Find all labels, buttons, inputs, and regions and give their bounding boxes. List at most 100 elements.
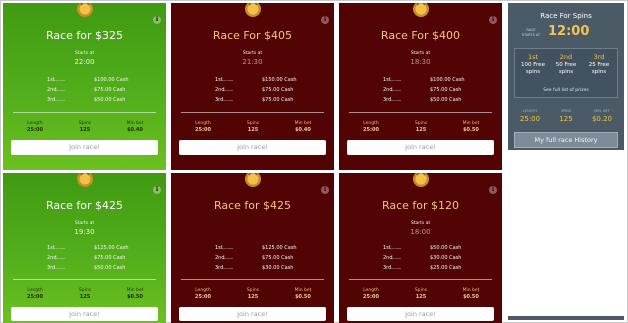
race-title: Race for $425 <box>45 199 124 212</box>
stat-spins: Spins 125 <box>65 287 105 301</box>
prize-dots: .......... <box>222 97 233 103</box>
stat-label: Min bet <box>462 121 480 126</box>
stat-spins: SPINS 125 <box>550 108 582 124</box>
stat-value: 25:00 <box>195 294 211 300</box>
starts-label: Starts at <box>242 51 263 56</box>
race-starts-label: RACE STARTS AT <box>521 28 541 37</box>
prize-dots: .......... <box>390 87 401 93</box>
stat-length: Length 25:00 <box>15 120 55 134</box>
race-history-button[interactable]: My full race History <box>514 132 618 148</box>
stat-value: 125 <box>79 294 91 300</box>
prize-dots: .......... <box>54 245 65 251</box>
info-icon[interactable]: i <box>153 186 161 194</box>
prize-reward: 25 Free <box>588 62 610 68</box>
starts-time: 21:30 <box>242 58 263 66</box>
stat-minbet: Min bet $0.50 <box>451 120 491 134</box>
divider <box>349 112 492 113</box>
prize-reward: 100 Free <box>521 62 545 68</box>
race-card: i Race for $425 Starts at 19:30 1st.....… <box>3 173 166 323</box>
info-icon[interactable]: i <box>153 16 161 24</box>
prize-amount: $75.00 Cash <box>262 255 294 261</box>
race-card: i Race for $325 Starts at 22:00 1st.....… <box>3 3 166 170</box>
prize-dots: .......... <box>222 77 233 83</box>
divider <box>13 112 156 113</box>
stat-minbet: Min bet $0.40 <box>283 120 323 134</box>
stat-value: 25:00 <box>363 294 379 300</box>
prize-reward-unit: spins <box>591 69 607 75</box>
starts-label: Starts at <box>74 51 95 56</box>
stat-label: Length <box>195 288 211 293</box>
prize-2nd: 2nd 50 Free spins <box>550 53 582 76</box>
prize-dots: .......... <box>222 255 233 261</box>
starts-label: Starts at <box>410 221 431 226</box>
stat-value: $0.20 <box>591 115 613 123</box>
info-icon[interactable]: i <box>489 186 497 194</box>
info-icon[interactable]: i <box>489 16 497 24</box>
race-starts-time: 12:00 <box>548 24 590 39</box>
stat-length: Length 25:00 <box>15 287 55 301</box>
prize-amount: $75.00 Cash <box>262 87 294 93</box>
stat-minbet: Min bet $0.50 <box>451 287 491 301</box>
join-race-button[interactable]: Join race! <box>11 307 158 321</box>
starts-time: 19:30 <box>74 228 95 236</box>
race-card: i Race for $120 Starts at 18:00 1st.....… <box>339 173 502 323</box>
stat-label: Spins <box>414 288 428 293</box>
prize-rank: 3rd <box>593 53 605 61</box>
prize-amount: $100.00 Cash <box>430 77 465 83</box>
stat-label: Length <box>27 121 43 126</box>
prize-amount: $75.00 Cash <box>262 97 294 103</box>
stat-length: Length 25:00 <box>183 120 223 134</box>
prize-amount: $150.00 Cash <box>262 77 297 83</box>
stat-label: Length <box>27 288 43 293</box>
stat-minbet: Min bet $0.50 <box>283 287 323 301</box>
stat-length: LENGTH 25:00 <box>514 108 546 124</box>
prize-dots: .......... <box>54 265 65 271</box>
info-icon[interactable]: i <box>321 186 329 194</box>
stat-value: 125 <box>247 127 259 133</box>
join-race-button[interactable]: Join race! <box>347 307 494 321</box>
stat-spins: Spins 125 <box>401 120 441 134</box>
race-title: Race for $120 <box>381 199 460 212</box>
prize-amount: $125.00 Cash <box>262 245 297 251</box>
stat-label: Length <box>363 288 379 293</box>
stat-spins: Spins 125 <box>233 120 273 134</box>
starts-label: Starts at <box>410 51 431 56</box>
stat-spins: Spins 125 <box>233 287 273 301</box>
stat-value: 125 <box>415 294 427 300</box>
stat-label: Length <box>363 121 379 126</box>
prize-reward-unit: spins <box>525 69 541 75</box>
prize-dots: .......... <box>222 245 233 251</box>
stat-value: 125 <box>247 294 259 300</box>
medal-icon <box>412 3 429 17</box>
prize-rank: 2nd <box>559 53 573 61</box>
see-full-prizes-link[interactable]: See full list of prizes <box>515 88 617 93</box>
stat-label: Length <box>195 121 211 126</box>
prize-amount: $100.00 Cash <box>94 77 129 83</box>
prize-amount: $30.00 Cash <box>262 265 294 271</box>
stat-length: Length 25:00 <box>351 287 391 301</box>
prize-dots: .......... <box>54 97 65 103</box>
prize-amount: $50.00 Cash <box>430 245 462 251</box>
prize-dots: .......... <box>54 87 65 93</box>
divider <box>181 112 324 113</box>
join-race-button[interactable]: Join race! <box>179 307 326 321</box>
prize-amount: $75.00 Cash <box>430 87 462 93</box>
prize-amount: $125.00 Cash <box>94 245 129 251</box>
race-title: Race For $400 <box>380 29 461 42</box>
prize-dots: .......... <box>390 97 401 103</box>
prize-dots: .......... <box>222 265 233 271</box>
prize-amount: $75.00 Cash <box>94 87 126 93</box>
info-icon[interactable]: i <box>321 16 329 24</box>
join-race-button[interactable]: Join race! <box>179 140 326 155</box>
stat-label: Spins <box>246 121 260 126</box>
prize-amount: $30.00 Cash <box>430 255 462 261</box>
stat-value: 125 <box>79 127 91 133</box>
join-race-button[interactable]: Join race! <box>11 140 158 155</box>
starts-time: 18:00 <box>410 228 431 236</box>
race-card: i Race for $425 1st.......... $125.00 Cas… <box>171 173 334 323</box>
race-card: i Race For $405 Starts at 21:30 1st.....… <box>171 3 334 170</box>
stat-spins: Spins 125 <box>401 287 441 301</box>
stat-spins: Spins 125 <box>65 120 105 134</box>
stat-value: 25:00 <box>195 127 211 133</box>
join-race-button[interactable]: Join race! <box>347 140 494 155</box>
